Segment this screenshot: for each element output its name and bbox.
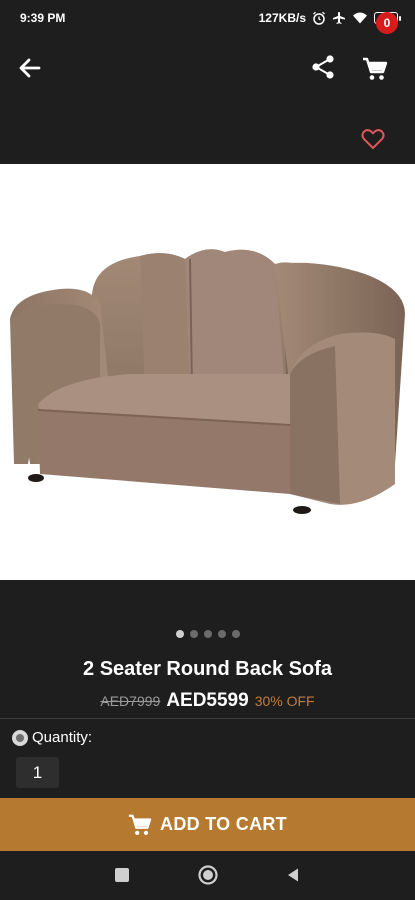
quantity-input[interactable]: 1	[16, 757, 59, 788]
discount-label: 30% OFF	[254, 693, 315, 709]
product-info: 2 Seater Round Back Sofa AED7999 AED5599…	[0, 580, 415, 718]
app-bar	[0, 36, 415, 100]
quantity-label: Quantity:	[32, 729, 93, 746]
carousel-indicator	[0, 630, 415, 638]
quantity-radio[interactable]	[12, 729, 28, 746]
status-bar: 9:39 PM 127KB/s 42	[0, 0, 415, 36]
product-image-area[interactable]	[0, 164, 415, 580]
price-row: AED7999 AED5599 30% OFF	[0, 690, 415, 712]
home-icon[interactable]	[197, 864, 219, 886]
status-time: 9:39 PM	[20, 11, 66, 25]
carousel-dot-2[interactable]	[189, 630, 198, 638]
wishlist-row	[0, 100, 415, 164]
add-to-cart-button[interactable]: ADD TO CART	[0, 798, 415, 851]
share-icon[interactable]	[310, 54, 336, 80]
back-triangle-icon[interactable]	[285, 867, 301, 883]
recent-apps-icon[interactable]	[115, 868, 129, 882]
alarm-icon	[313, 11, 325, 25]
airplane-icon	[333, 12, 345, 24]
cart-icon	[128, 814, 152, 835]
wifi-icon	[353, 12, 367, 24]
cart-icon[interactable]	[362, 56, 388, 82]
original-price: AED7999	[100, 693, 161, 709]
sofa-image	[10, 249, 405, 514]
product-title: 2 Seater Round Back Sofa	[83, 658, 332, 680]
quantity-row: Quantity:	[12, 729, 92, 746]
quantity-section: Quantity: 1	[0, 718, 415, 798]
carousel-dot-5[interactable]	[231, 630, 240, 638]
network-speed: 127KB/s	[258, 11, 306, 25]
cart-count-badge: 0	[376, 12, 398, 34]
system-nav-bar	[0, 851, 415, 900]
add-to-cart-label: ADD TO CART	[160, 814, 287, 834]
carousel-dot-1[interactable]	[175, 630, 184, 638]
carousel-dot-4[interactable]	[217, 630, 226, 638]
carousel-dot-3[interactable]	[203, 630, 212, 638]
back-arrow-icon[interactable]	[16, 54, 44, 82]
heart-outline-icon[interactable]	[361, 128, 385, 150]
sale-price: AED5599	[166, 690, 249, 711]
